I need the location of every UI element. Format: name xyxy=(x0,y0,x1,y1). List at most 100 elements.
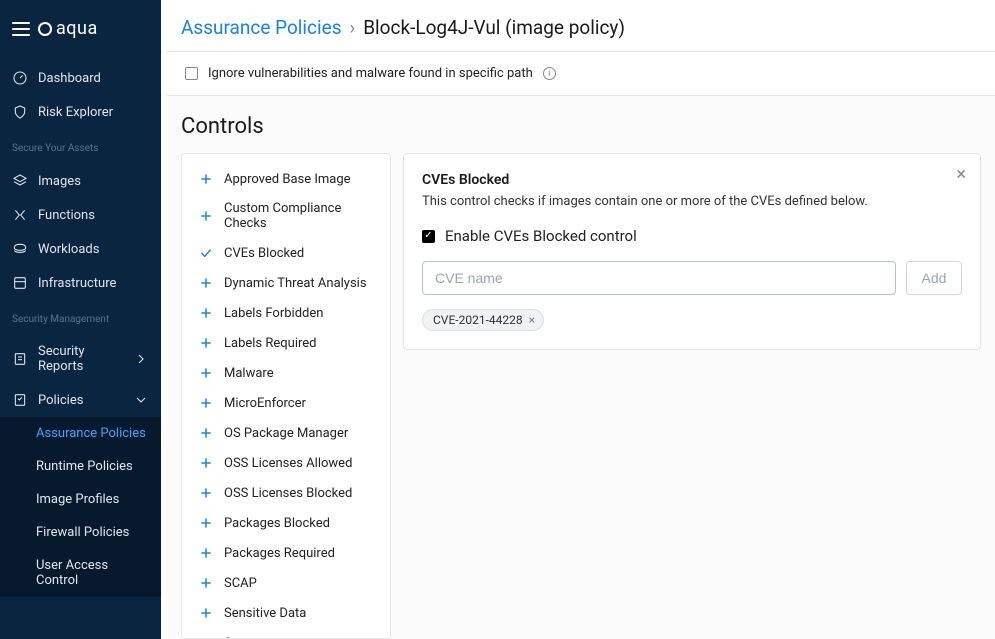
cve-chip: CVE-2021-44228 × xyxy=(422,309,544,331)
plus-icon xyxy=(198,515,214,531)
detail-description: This control checks if images contain on… xyxy=(422,194,962,209)
control-item[interactable]: OS Package Manager xyxy=(188,418,384,448)
control-item[interactable]: Packages Blocked xyxy=(188,508,384,538)
nav-label: Functions xyxy=(38,208,95,223)
control-label: Custom Compliance Checks xyxy=(224,201,374,231)
scrollbar-thumb[interactable] xyxy=(161,0,167,260)
plus-icon xyxy=(198,605,214,621)
control-item[interactable]: Malware xyxy=(188,358,384,388)
controls-heading: Controls xyxy=(181,96,981,153)
control-label: Superuser xyxy=(224,636,283,639)
report-icon xyxy=(12,351,28,367)
control-item[interactable]: Labels Required xyxy=(188,328,384,358)
nav-assets-section: Images Functions Workloads Infrastructur… xyxy=(0,160,161,304)
cve-name-input[interactable] xyxy=(422,261,896,295)
nav-top-section: Dashboard Risk Explorer xyxy=(0,57,161,133)
nav-images[interactable]: Images xyxy=(0,164,161,198)
add-button[interactable]: Add xyxy=(906,261,962,295)
logo-text: aqua xyxy=(56,18,98,39)
nav-label: Image Profiles xyxy=(36,492,119,507)
nav-label: Security Reports xyxy=(38,344,123,374)
control-label: Labels Forbidden xyxy=(224,306,323,321)
control-item[interactable]: OSS Licenses Allowed xyxy=(188,448,384,478)
nav-workloads[interactable]: Workloads xyxy=(0,232,161,266)
sidebar-header: aqua xyxy=(0,0,161,57)
sidebar-scrollbar[interactable] xyxy=(161,0,167,639)
nav-image-profiles[interactable]: Image Profiles xyxy=(0,483,161,516)
plus-icon xyxy=(198,635,214,639)
control-item[interactable]: Sensitive Data xyxy=(188,598,384,628)
control-item[interactable]: SCAP xyxy=(188,568,384,598)
enable-control-row: Enable CVEs Blocked control xyxy=(422,227,962,245)
enable-control-checkbox[interactable] xyxy=(422,230,435,243)
nav-policies[interactable]: Policies xyxy=(0,383,161,417)
control-label: Malware xyxy=(224,366,274,381)
control-label: CVEs Blocked xyxy=(224,246,304,261)
nav-firewall-policies[interactable]: Firewall Policies xyxy=(0,516,161,549)
controls-area: Controls Approved Base Image Custom Compl… xyxy=(167,96,995,639)
control-detail-panel: × CVEs Blocked This control checks if im… xyxy=(403,153,981,350)
logo-circle-icon xyxy=(38,22,52,36)
controls-list[interactable]: Approved Base Image Custom Compliance Che… xyxy=(181,153,391,639)
ignore-path-label: Ignore vulnerabilities and malware found… xyxy=(208,66,533,81)
plus-icon xyxy=(198,365,214,381)
shield-icon xyxy=(12,104,28,120)
nav-security-reports[interactable]: Security Reports xyxy=(0,335,161,383)
breadcrumb-current: Block-Log4J-Vul (image policy) xyxy=(363,16,625,39)
check-icon xyxy=(198,245,214,261)
nav-user-access-control[interactable]: User Access Control xyxy=(0,549,161,597)
nav-label: Risk Explorer xyxy=(38,105,113,120)
controls-body: Approved Base Image Custom Compliance Che… xyxy=(181,153,981,639)
nav-infrastructure[interactable]: Infrastructure xyxy=(0,266,161,300)
ignore-path-checkbox[interactable] xyxy=(185,67,198,80)
info-icon[interactable]: i xyxy=(543,67,556,80)
cve-input-row: Add xyxy=(422,261,962,295)
chevron-right-icon: › xyxy=(350,16,356,39)
nav-dashboard[interactable]: Dashboard xyxy=(0,61,161,95)
breadcrumb: Assurance Policies › Block-Log4J-Vul (im… xyxy=(167,0,995,52)
control-label: OS Package Manager xyxy=(224,426,348,441)
plus-icon xyxy=(198,485,214,501)
remove-chip-icon[interactable]: × xyxy=(529,313,535,327)
menu-toggle-icon[interactable] xyxy=(12,22,30,36)
enable-control-label: Enable CVEs Blocked control xyxy=(445,227,637,245)
control-label: Labels Required xyxy=(224,336,317,351)
nav-assurance-policies[interactable]: Assurance Policies xyxy=(0,417,161,450)
control-item[interactable]: OSS Licenses Blocked xyxy=(188,478,384,508)
nav-label: Infrastructure xyxy=(38,276,116,291)
infrastructure-icon xyxy=(12,275,28,291)
control-item[interactable]: Labels Forbidden xyxy=(188,298,384,328)
control-item[interactable]: Packages Required xyxy=(188,538,384,568)
control-label: Dynamic Threat Analysis xyxy=(224,276,367,291)
nav-runtime-policies[interactable]: Runtime Policies xyxy=(0,450,161,483)
plus-icon xyxy=(198,171,214,187)
control-label: Packages Blocked xyxy=(224,516,330,531)
control-label: Sensitive Data xyxy=(224,606,306,621)
functions-icon xyxy=(12,207,28,223)
plus-icon xyxy=(198,275,214,291)
control-label: MicroEnforcer xyxy=(224,396,306,411)
control-item[interactable]: Superuser xyxy=(188,628,384,639)
cve-chip-label: CVE-2021-44228 xyxy=(433,313,523,327)
plus-icon xyxy=(198,575,214,591)
main-content: Assurance Policies › Block-Log4J-Vul (im… xyxy=(167,0,995,639)
breadcrumb-link[interactable]: Assurance Policies xyxy=(181,16,342,39)
chevron-right-icon xyxy=(133,351,149,367)
sidebar: aqua Dashboard Risk Explorer Secure Your… xyxy=(0,0,161,639)
ignore-path-row: Ignore vulnerabilities and malware found… xyxy=(167,52,995,96)
cve-chips: CVE-2021-44228 × xyxy=(422,309,962,331)
nav-risk-explorer[interactable]: Risk Explorer xyxy=(0,95,161,129)
control-item[interactable]: Dynamic Threat Analysis xyxy=(188,268,384,298)
close-icon[interactable]: × xyxy=(956,166,966,184)
control-item[interactable]: Custom Compliance Checks xyxy=(188,194,384,238)
plus-icon xyxy=(198,455,214,471)
nav-label: Assurance Policies xyxy=(36,426,146,441)
control-item[interactable]: Approved Base Image xyxy=(188,164,384,194)
nav-functions[interactable]: Functions xyxy=(0,198,161,232)
plus-icon xyxy=(198,305,214,321)
control-item[interactable]: CVEs Blocked xyxy=(188,238,384,268)
nav-label: Runtime Policies xyxy=(36,459,133,474)
nav-label: Firewall Policies xyxy=(36,525,129,540)
nav-label: Policies xyxy=(38,393,83,408)
control-item[interactable]: MicroEnforcer xyxy=(188,388,384,418)
